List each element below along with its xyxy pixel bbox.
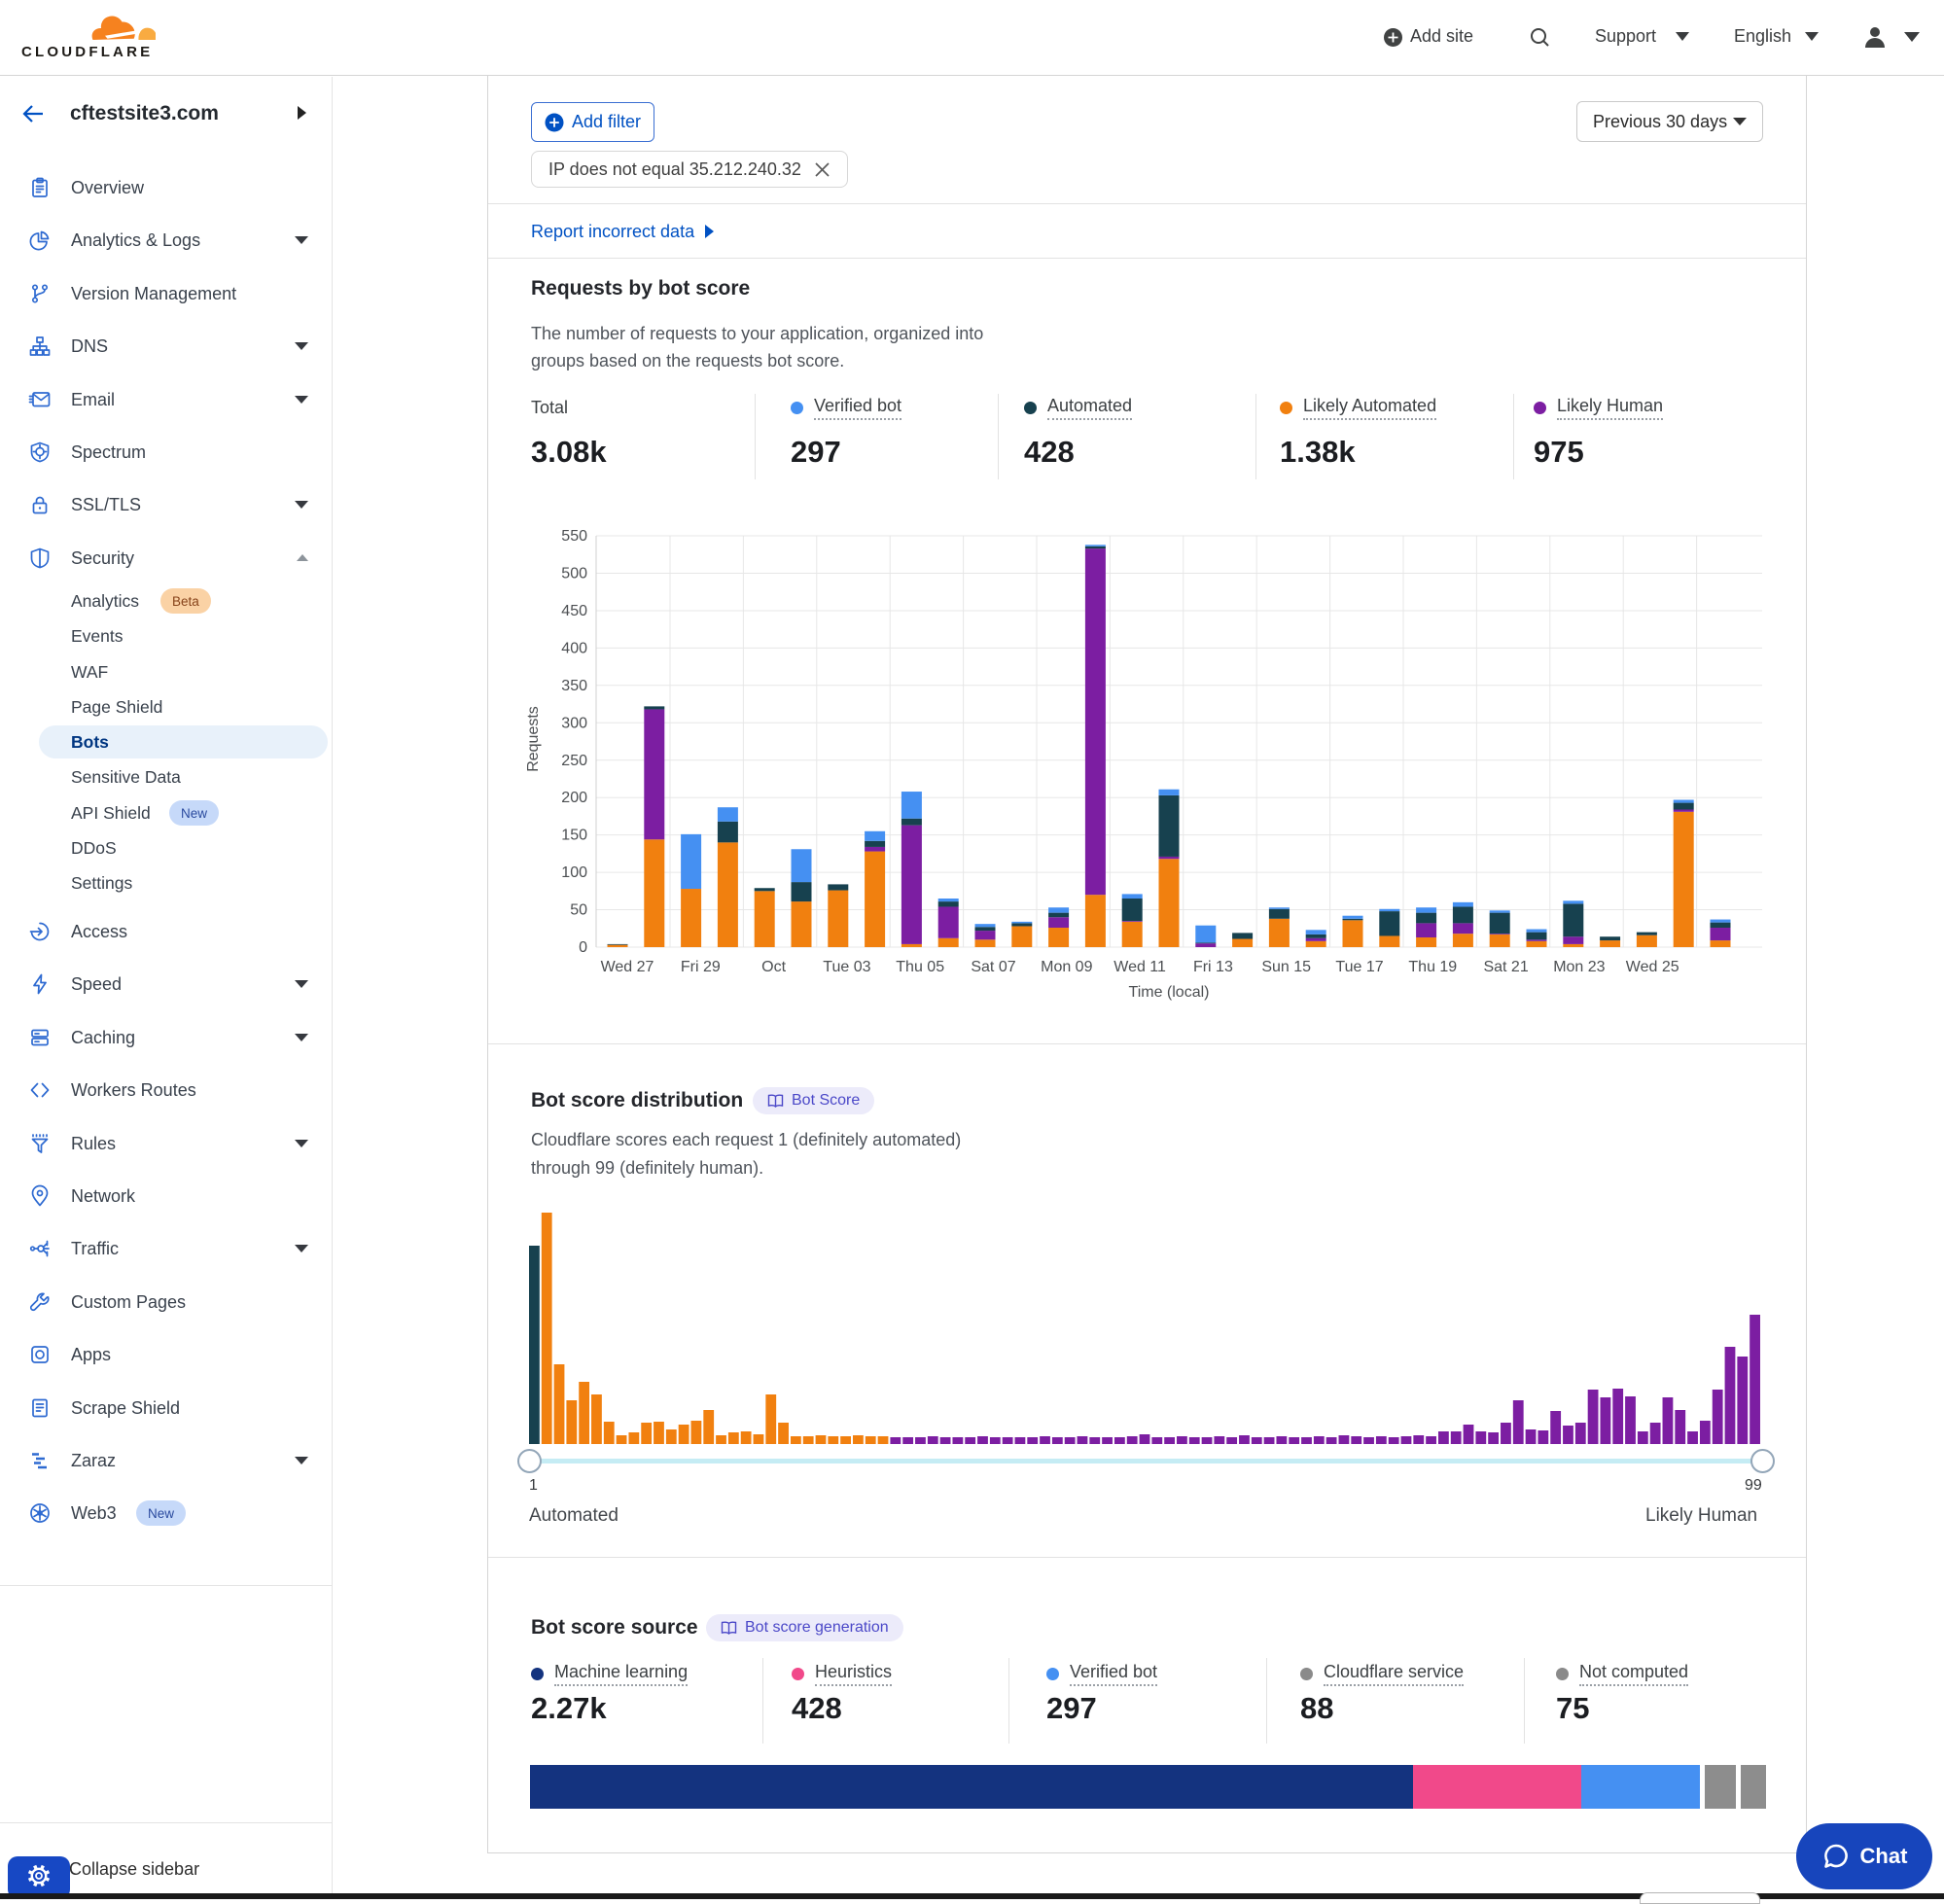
svg-text:Oct: Oct <box>761 959 786 975</box>
svg-text:Requests: Requests <box>525 706 542 772</box>
svg-text:Mon 09: Mon 09 <box>1041 959 1092 975</box>
svg-text:250: 250 <box>561 753 587 769</box>
svg-text:550: 550 <box>561 528 587 545</box>
svg-text:Fri 29: Fri 29 <box>681 959 721 975</box>
svg-text:200: 200 <box>561 790 587 806</box>
svg-text:0: 0 <box>579 939 587 956</box>
svg-text:Time (local): Time (local) <box>1129 984 1210 1001</box>
svg-text:400: 400 <box>561 640 587 656</box>
svg-text:Wed 27: Wed 27 <box>601 959 654 975</box>
svg-text:100: 100 <box>561 864 587 881</box>
svg-text:Sat 07: Sat 07 <box>971 959 1015 975</box>
svg-text:Fri 13: Fri 13 <box>1193 959 1233 975</box>
svg-text:50: 50 <box>570 902 587 919</box>
svg-text:Thu 19: Thu 19 <box>1408 959 1457 975</box>
svg-text:Tue 17: Tue 17 <box>1335 959 1383 975</box>
svg-text:350: 350 <box>561 678 587 694</box>
svg-text:300: 300 <box>561 715 587 731</box>
svg-text:Mon 23: Mon 23 <box>1553 959 1605 975</box>
svg-text:150: 150 <box>561 828 587 844</box>
svg-text:Wed 25: Wed 25 <box>1626 959 1679 975</box>
svg-text:Sat 21: Sat 21 <box>1483 959 1528 975</box>
svg-text:Wed 11: Wed 11 <box>1113 959 1166 975</box>
svg-text:Thu 05: Thu 05 <box>896 959 944 975</box>
svg-text:450: 450 <box>561 603 587 619</box>
svg-text:Tue 03: Tue 03 <box>823 959 870 975</box>
svg-text:500: 500 <box>561 566 587 582</box>
svg-text:Sun 15: Sun 15 <box>1261 959 1311 975</box>
